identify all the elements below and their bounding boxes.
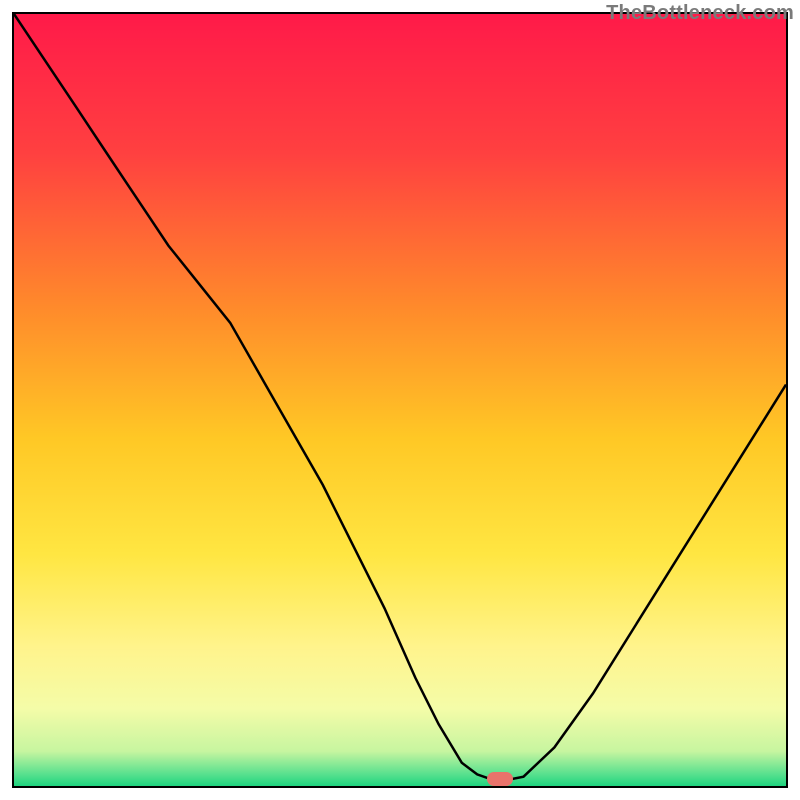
curve-layer (14, 14, 786, 786)
plot-area (12, 12, 788, 788)
chart-container: TheBottleneck.com (0, 0, 800, 800)
watermark-label: TheBottleneck.com (606, 2, 794, 25)
optimal-point-marker (487, 772, 513, 786)
bottleneck-curve (14, 14, 786, 780)
